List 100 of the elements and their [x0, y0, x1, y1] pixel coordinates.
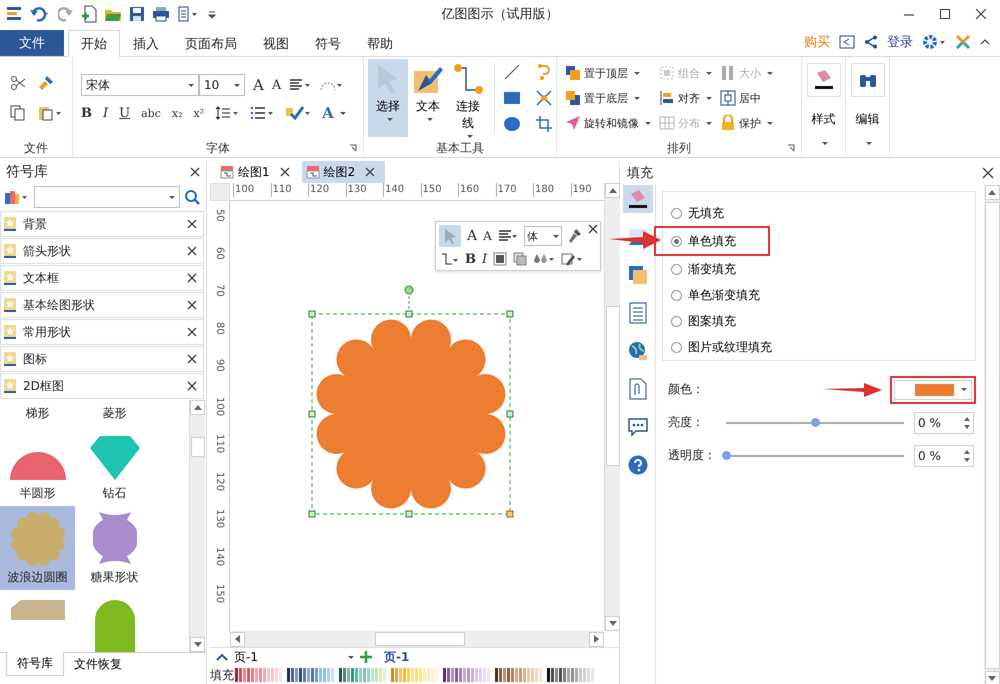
page-selector[interactable]: 页-1 [234, 648, 354, 666]
cut-icon[interactable] [10, 75, 26, 91]
dialog-launcher-icon[interactable] [349, 144, 357, 152]
shrink-font-button[interactable]: A [483, 229, 492, 243]
ribbon-tab[interactable]: 插入 [120, 30, 172, 56]
login-link[interactable]: 登录 [887, 33, 913, 51]
scroll-thumb[interactable] [375, 632, 465, 646]
close-icon[interactable] [187, 219, 197, 229]
align-text-icon[interactable] [498, 229, 518, 243]
search-field[interactable] [34, 186, 180, 208]
new-document-icon[interactable] [81, 5, 97, 23]
undo-icon[interactable] [29, 6, 51, 22]
library-item[interactable]: 图标 [0, 346, 204, 372]
radio-button[interactable] [671, 236, 682, 246]
fill-option[interactable]: 无填充 [663, 202, 771, 224]
tool-button[interactable]: 选择 [368, 59, 408, 137]
semicircle-shape[interactable] [8, 450, 68, 482]
arrange-button[interactable]: 居中 [720, 90, 773, 106]
selection-frame[interactable] [308, 286, 514, 518]
search-icon[interactable] [184, 189, 200, 205]
font-name-combo[interactable]: 体 [524, 226, 562, 246]
close-icon[interactable] [187, 381, 197, 391]
arrange-button[interactable]: 置于底层 [565, 90, 651, 106]
arrange-button[interactable]: 对齐 [659, 90, 712, 106]
close-icon[interactable] [187, 354, 197, 364]
close-icon[interactable] [982, 167, 994, 179]
share-icon[interactable] [864, 35, 878, 49]
document-tab[interactable]: 绘图2 [302, 161, 386, 183]
settings-icon[interactable] [922, 34, 946, 50]
format-button[interactable]: abc [141, 106, 161, 120]
close-icon[interactable] [190, 167, 200, 177]
drops-icon[interactable] [533, 252, 556, 266]
library-menu-icon[interactable] [4, 189, 28, 205]
scroll-up-icon[interactable] [988, 190, 996, 195]
fill-option[interactable]: 单色渐变填充 [663, 284, 771, 306]
format-painter-icon[interactable] [568, 228, 582, 244]
close-icon[interactable] [187, 300, 197, 310]
close-icon[interactable] [187, 273, 197, 283]
library-item[interactable]: 基本绘图形状 [0, 292, 204, 318]
grow-font-button[interactable]: A [253, 76, 264, 94]
crop-icon[interactable] [535, 115, 553, 133]
line-icon[interactable] [503, 63, 521, 81]
ribbon-tab[interactable]: 帮助 [354, 30, 406, 56]
align-text-icon[interactable] [289, 78, 312, 92]
ribbon-tab[interactable]: 视图 [250, 30, 302, 56]
bullet-list-icon[interactable] [250, 106, 274, 120]
spin-field[interactable]: 0 % [914, 412, 974, 434]
fill-square-icon[interactable] [493, 252, 508, 266]
italic-button[interactable]: I [482, 252, 488, 266]
cross-point-icon[interactable] [535, 89, 553, 107]
radio-button[interactable] [671, 316, 682, 326]
format-button[interactable]: x₂ [172, 106, 182, 120]
font-color-button[interactable]: A [322, 104, 346, 122]
print-icon[interactable] [152, 6, 170, 22]
font-size-combo[interactable]: 10 [199, 74, 245, 96]
scrollbar[interactable] [230, 631, 604, 647]
globe-icon[interactable] [628, 341, 648, 361]
library-item[interactable]: 常用形状 [0, 319, 204, 345]
ribbon-tab[interactable]: 开始 [68, 30, 120, 57]
scroll-down-icon[interactable] [608, 621, 616, 626]
close-icon[interactable] [588, 224, 598, 234]
fill-option[interactable]: 图片或纹理填充 [663, 336, 771, 358]
comment-icon[interactable] [626, 417, 648, 437]
help-icon[interactable] [628, 455, 648, 475]
shrink-font-button[interactable]: A [272, 78, 282, 92]
scroll-right-icon[interactable] [594, 635, 599, 643]
font-name-combo[interactable]: 宋体 [81, 74, 199, 96]
collapse-ribbon-icon[interactable] [980, 38, 990, 46]
panel-tab[interactable]: 符号库 [6, 652, 64, 676]
library-item[interactable]: 2D框图 [0, 373, 204, 399]
dialog-launcher-icon[interactable] [787, 144, 795, 152]
arrange-button[interactable]: 保护 [720, 115, 773, 131]
maximize-icon[interactable] [940, 9, 950, 19]
scroll-left-icon[interactable] [235, 635, 240, 643]
line-spacing-icon[interactable] [215, 106, 240, 120]
scroll-down-icon[interactable] [988, 676, 996, 681]
file-menu-button[interactable]: 文件 [0, 30, 64, 56]
spin-field[interactable]: 0 % [914, 444, 974, 466]
copy-icon[interactable] [10, 105, 26, 121]
add-page-icon[interactable] [360, 651, 372, 663]
ribbon-tab[interactable]: 页面布局 [172, 30, 250, 56]
paste-icon[interactable] [38, 105, 62, 121]
close-icon[interactable] [187, 246, 197, 256]
scroll-up-icon[interactable] [608, 188, 616, 193]
connector-icon[interactable] [439, 251, 459, 267]
edit-shape-icon[interactable] [561, 252, 584, 266]
scroll-thumb[interactable] [606, 306, 620, 466]
fill-option[interactable]: 渐变填充 [663, 258, 771, 280]
document-list-icon[interactable] [628, 302, 646, 324]
close-icon[interactable] [976, 9, 986, 19]
scroll-up-icon[interactable] [194, 405, 202, 410]
scrollbar[interactable] [604, 183, 620, 631]
ribbon-tab[interactable]: 符号 [302, 30, 354, 56]
tool-button[interactable]: 连接线 [448, 59, 488, 137]
close-icon[interactable] [280, 167, 290, 177]
spin-arrows-icon[interactable] [964, 448, 970, 462]
format-painter-icon[interactable] [38, 75, 54, 91]
radio-button[interactable] [671, 342, 682, 352]
arrange-button[interactable]: 旋转和镜像 [565, 115, 651, 131]
rectangle-icon[interactable] [503, 89, 521, 107]
